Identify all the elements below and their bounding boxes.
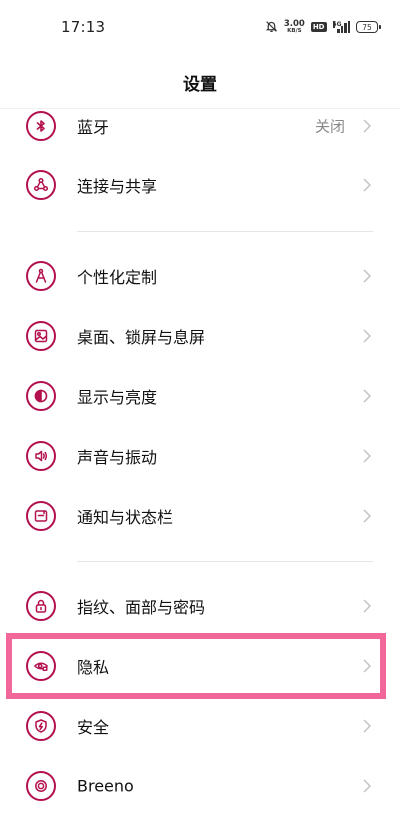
bluetooth-icon [26, 111, 56, 141]
breeno-icon [26, 771, 56, 801]
settings-item-label: Breeno [77, 776, 134, 796]
settings-item-label: 隐私 [77, 658, 110, 677]
wallpaper-icon [26, 321, 56, 351]
settings-item-sound[interactable]: 声音与振动 [0, 426, 400, 486]
signal-label: 5G [332, 21, 342, 28]
lock-icon [26, 591, 56, 621]
chevron-right-icon [363, 269, 372, 283]
settings-item-notification[interactable]: 通知与状态栏 [0, 486, 400, 546]
settings-item-fingerprint[interactable]: 指纹、面部与密码 [0, 576, 400, 636]
bluetooth-status: 关闭 [314, 117, 345, 136]
shield-icon [26, 711, 56, 741]
status-icons: 3.00 KB/S HD 5G 75 [265, 16, 381, 38]
mute-bell-icon [265, 18, 278, 37]
chevron-right-icon [363, 659, 372, 673]
compass-icon [26, 261, 56, 291]
settings-item-desktop[interactable]: 桌面、锁屏与息屏 [0, 306, 400, 366]
notification-panel-icon [26, 501, 56, 531]
network-speed-unit: KB/S [287, 28, 302, 34]
settings-item-personalization[interactable]: 个性化定制 [0, 246, 400, 306]
chevron-right-icon [363, 329, 372, 343]
chevron-right-icon [363, 599, 372, 613]
network-speed: 3.00 KB/S [284, 20, 305, 34]
chevron-right-icon [363, 119, 372, 133]
chevron-right-icon [363, 449, 372, 463]
settings-item-security[interactable]: 安全 [0, 696, 400, 756]
settings-item-label: 蓝牙 [77, 118, 110, 137]
settings-item-label: 声音与振动 [77, 448, 158, 467]
settings-item-label: 个性化定制 [77, 268, 158, 287]
chevron-right-icon [363, 178, 372, 192]
settings-item-privacy[interactable]: 隐私 [0, 636, 400, 696]
hd-badge: HD [310, 22, 327, 32]
settings-item-label: 桌面、锁屏与息屏 [77, 328, 206, 347]
contrast-icon [26, 381, 56, 411]
settings-item-label: 连接与共享 [77, 177, 158, 196]
network-speed-value: 3.00 [283, 19, 305, 29]
battery-icon: 75 [356, 21, 381, 33]
settings-item-display[interactable]: 显示与亮度 [0, 366, 400, 426]
chevron-right-icon [363, 779, 372, 793]
settings-item-label: 指纹、面部与密码 [77, 598, 206, 617]
settings-item-label: 通知与状态栏 [77, 508, 174, 527]
status-bar: 17:13 3.00 KB/S HD 5G 75 [0, 0, 400, 56]
settings-screen: 17:13 3.00 KB/S HD 5G 75 设置 蓝牙 关闭 连接与共享 … [0, 0, 400, 823]
settings-item-label: 显示与亮度 [77, 388, 158, 407]
section-divider [77, 561, 373, 562]
settings-item-connection[interactable]: 连接与共享 [0, 155, 400, 215]
signal-icon: 5G [332, 21, 350, 33]
settings-item-label: 安全 [77, 718, 110, 737]
share-network-icon [26, 170, 56, 200]
status-time: 17:13 [61, 18, 106, 36]
privacy-eye-icon [26, 651, 56, 681]
battery-level: 75 [362, 22, 372, 32]
chevron-right-icon [363, 719, 372, 733]
chevron-right-icon [363, 509, 372, 523]
speaker-icon [26, 441, 56, 471]
chevron-right-icon [363, 389, 372, 403]
settings-item-bluetooth[interactable]: 蓝牙 关闭 [0, 96, 400, 156]
page-title: 设置 [183, 74, 217, 95]
section-divider [77, 231, 373, 232]
settings-item-breeno[interactable]: Breeno [0, 756, 400, 816]
